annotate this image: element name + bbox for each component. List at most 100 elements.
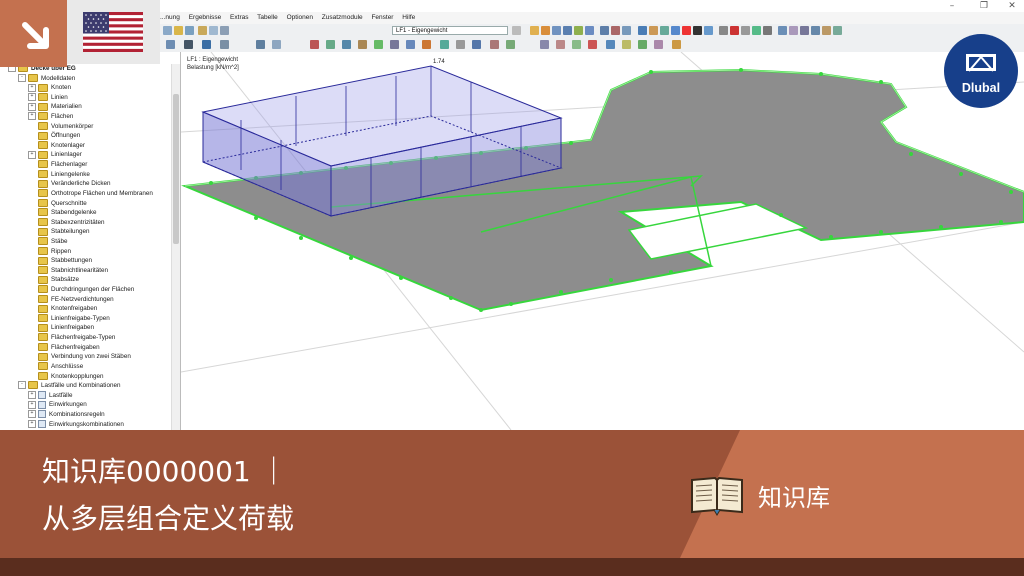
- toolbar-button[interactable]: [704, 26, 713, 35]
- toolbar-button[interactable]: [572, 40, 581, 49]
- menu-item-zusatzmodule[interactable]: Zusatzmodule: [322, 14, 363, 21]
- toolbar-button[interactable]: [530, 26, 539, 35]
- toolbar-button[interactable]: [811, 26, 820, 35]
- menu-item-extras[interactable]: Extras: [230, 14, 248, 21]
- toolbar-button[interactable]: [440, 40, 449, 49]
- toolbar-button[interactable]: [763, 26, 772, 35]
- restore-icon[interactable]: ❐: [972, 0, 996, 12]
- toolbar-button[interactable]: [638, 40, 647, 49]
- toolbar-button[interactable]: [606, 40, 615, 49]
- expand-icon[interactable]: +: [28, 102, 36, 111]
- tree-item[interactable]: Linienfreigabe-Typen: [0, 314, 170, 324]
- toolbar-button[interactable]: [506, 40, 515, 49]
- tree-item[interactable]: Veränderliche Dicken: [0, 179, 170, 189]
- tree-item[interactable]: Flächenfreigaben: [0, 343, 170, 353]
- toolbar-button[interactable]: [682, 26, 691, 35]
- us-flag-icon[interactable]: [67, 0, 160, 64]
- tree-item[interactable]: Stabsätze: [0, 275, 170, 285]
- toolbar-button[interactable]: [472, 40, 481, 49]
- toolbar-button[interactable]: [638, 26, 647, 35]
- toolbar-button[interactable]: [541, 26, 550, 35]
- toolbar-button[interactable]: [220, 26, 229, 35]
- toolbar-button[interactable]: [833, 26, 842, 35]
- toolbar-button[interactable]: [326, 40, 335, 49]
- navigator-scrollbar[interactable]: [171, 64, 180, 430]
- toolbar-button[interactable]: [693, 26, 702, 35]
- tree-item[interactable]: + Einwirkungen: [0, 400, 170, 410]
- tree-item[interactable]: Volumenkörper: [0, 121, 170, 132]
- menu-item-tabelle[interactable]: Tabelle: [257, 14, 278, 21]
- tree-item[interactable]: Flächenfreigabe-Typen: [0, 333, 170, 343]
- toolbar-button[interactable]: [622, 40, 631, 49]
- toolbar-button[interactable]: [822, 26, 831, 35]
- tree-item[interactable]: Flächenlager: [0, 160, 170, 170]
- knowledge-base-label[interactable]: 知识库: [758, 478, 830, 513]
- toolbar-button[interactable]: [163, 26, 172, 35]
- tree-item[interactable]: Verbindung von zwei Stäben: [0, 352, 170, 362]
- toolbar-button[interactable]: [611, 26, 620, 35]
- toolbar-button[interactable]: [741, 26, 750, 35]
- tree-item[interactable]: Stabbettungen: [0, 256, 170, 266]
- tree-item[interactable]: + Knoten: [0, 83, 170, 93]
- toolbar-button[interactable]: [174, 26, 183, 35]
- toolbar-button[interactable]: [184, 40, 193, 49]
- toolbar-button[interactable]: [256, 40, 265, 49]
- expand-icon[interactable]: +: [28, 150, 36, 159]
- collapse-icon[interactable]: -: [18, 73, 26, 82]
- expand-icon[interactable]: +: [28, 391, 36, 400]
- toolbar-button[interactable]: [789, 26, 798, 35]
- toolbar-button[interactable]: [198, 26, 207, 35]
- menu-item-ergebnisse[interactable]: Ergebnisse: [189, 14, 222, 21]
- toolbar-button[interactable]: [671, 26, 680, 35]
- loadcase-combo[interactable]: LF1 - Eigengewicht: [392, 26, 508, 35]
- tree-item[interactable]: + Linienlager: [0, 150, 170, 160]
- model-viewport[interactable]: 1.74 LF1 : Eigengewicht Belastung [kN/m^…: [181, 52, 1024, 430]
- tree-item[interactable]: + Materialien: [0, 102, 170, 112]
- tree-item[interactable]: Orthotrope Flächen und Membranen: [0, 189, 170, 199]
- tree-item[interactable]: + Kombinationsregeln: [0, 410, 170, 420]
- toolbar-button[interactable]: [512, 26, 521, 35]
- toolbar-button[interactable]: [800, 26, 809, 35]
- menu-item-hilfe[interactable]: Hilfe: [402, 14, 415, 21]
- toolbar-button[interactable]: [600, 26, 609, 35]
- scrollbar-thumb[interactable]: [173, 94, 179, 244]
- toolbar-button[interactable]: [563, 26, 572, 35]
- toolbar-button[interactable]: [574, 26, 583, 35]
- toolbar-button[interactable]: [660, 26, 669, 35]
- collapse-icon[interactable]: -: [18, 381, 26, 390]
- expand-icon[interactable]: +: [28, 410, 36, 419]
- tree-item[interactable]: - Lastfälle und Kombinationen: [0, 381, 170, 391]
- minimize-icon[interactable]: –: [940, 0, 964, 12]
- expand-icon[interactable]: +: [28, 93, 36, 102]
- toolbar-button[interactable]: [422, 40, 431, 49]
- toolbar-button[interactable]: [310, 40, 319, 49]
- toolbar-button[interactable]: [752, 26, 761, 35]
- tree-item[interactable]: - Modelldaten: [0, 73, 170, 84]
- expand-icon[interactable]: +: [28, 400, 36, 409]
- tree-item[interactable]: Stabexzentrizitäten: [0, 218, 170, 228]
- tree-item[interactable]: Öffnungen: [0, 131, 170, 141]
- toolbar-button[interactable]: [220, 40, 229, 49]
- toolbar-button[interactable]: [540, 40, 549, 49]
- tree-item[interactable]: Knotenlager: [0, 141, 170, 151]
- toolbar-button[interactable]: [342, 40, 351, 49]
- tree-item[interactable]: Knotenfreigaben: [0, 304, 170, 314]
- tree-item[interactable]: Durchdringungen der Flächen: [0, 285, 170, 295]
- toolbar-button[interactable]: [552, 26, 561, 35]
- toolbar-button[interactable]: [672, 40, 681, 49]
- toolbar-button[interactable]: [622, 26, 631, 35]
- tree-item[interactable]: + Lastfälle: [0, 391, 170, 401]
- tree-item[interactable]: Querschnitte: [0, 198, 170, 209]
- toolbar-button[interactable]: [719, 26, 728, 35]
- toolbar-button[interactable]: [209, 26, 218, 35]
- tree-item[interactable]: Knotenkopplungen: [0, 371, 170, 382]
- toolbar-button[interactable]: [585, 26, 594, 35]
- menu-item-optionen[interactable]: Optionen: [287, 14, 313, 21]
- tree-item[interactable]: + Flächen: [0, 112, 170, 122]
- toolbar-button[interactable]: [202, 40, 211, 49]
- menu-item-fenster[interactable]: Fenster: [371, 14, 393, 21]
- tree-item[interactable]: Linienfreigaben: [0, 323, 170, 333]
- toolbar-button[interactable]: [588, 40, 597, 49]
- expand-icon[interactable]: +: [28, 419, 36, 428]
- expand-icon[interactable]: +: [28, 112, 36, 121]
